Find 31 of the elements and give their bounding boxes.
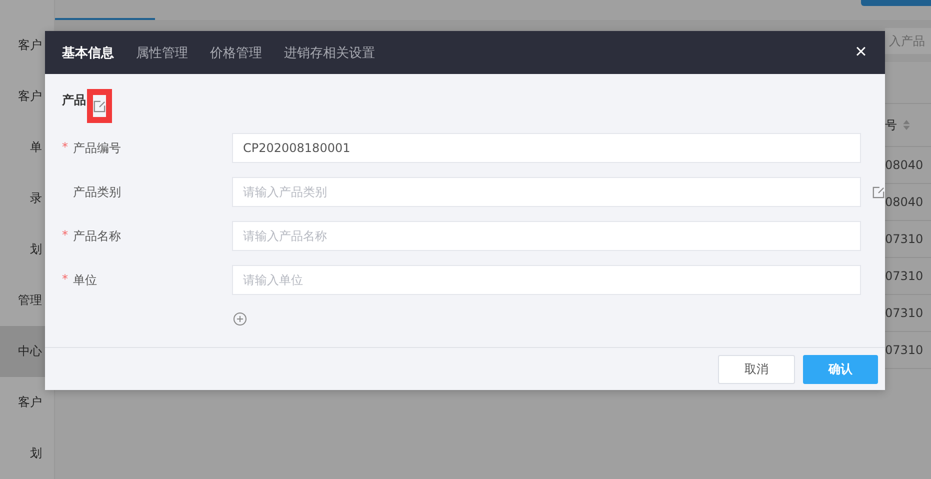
table-cell: 07310: [885, 232, 924, 246]
tab[interactable]: 价格管理: [210, 44, 262, 62]
input-field[interactable]: 请输入产品名称: [232, 221, 861, 251]
tab[interactable]: 进销存相关设置: [284, 44, 375, 62]
column-header: 号: [885, 116, 897, 134]
table-cell: 07310: [885, 269, 924, 283]
input-field[interactable]: CP202008180001: [232, 133, 861, 163]
tab[interactable]: 属性管理: [136, 44, 188, 62]
table-cell: 08040: [885, 195, 924, 209]
input-field[interactable]: 请输入单位: [232, 265, 861, 295]
edit-icon[interactable]: [93, 100, 106, 113]
close-button[interactable]: ×: [847, 38, 875, 66]
field-label: 产品类别: [73, 184, 121, 200]
field-label: 单位: [73, 272, 97, 288]
add-icon[interactable]: [233, 312, 247, 326]
tab[interactable]: 基本信息: [62, 44, 114, 62]
required-mark: *: [62, 228, 69, 244]
required-mark: *: [62, 140, 69, 156]
field-label: 产品编号: [73, 140, 121, 156]
table-cell: 07310: [885, 343, 924, 357]
sidebar-item[interactable]: 划: [0, 428, 54, 479]
input-field[interactable]: 请输入产品类别: [232, 177, 861, 207]
required-mark: *: [62, 272, 69, 288]
edit-icon[interactable]: [872, 186, 885, 198]
sidebar-item[interactable]: 客户: [0, 377, 54, 428]
table-cell: 08040: [885, 158, 924, 172]
section-title: 产品: [62, 92, 86, 108]
field-label: 产品名称: [73, 228, 121, 244]
cancel-button[interactable]: 取消: [718, 354, 795, 384]
table-cell: 07310: [885, 306, 924, 320]
sort-icon[interactable]: [903, 120, 910, 130]
